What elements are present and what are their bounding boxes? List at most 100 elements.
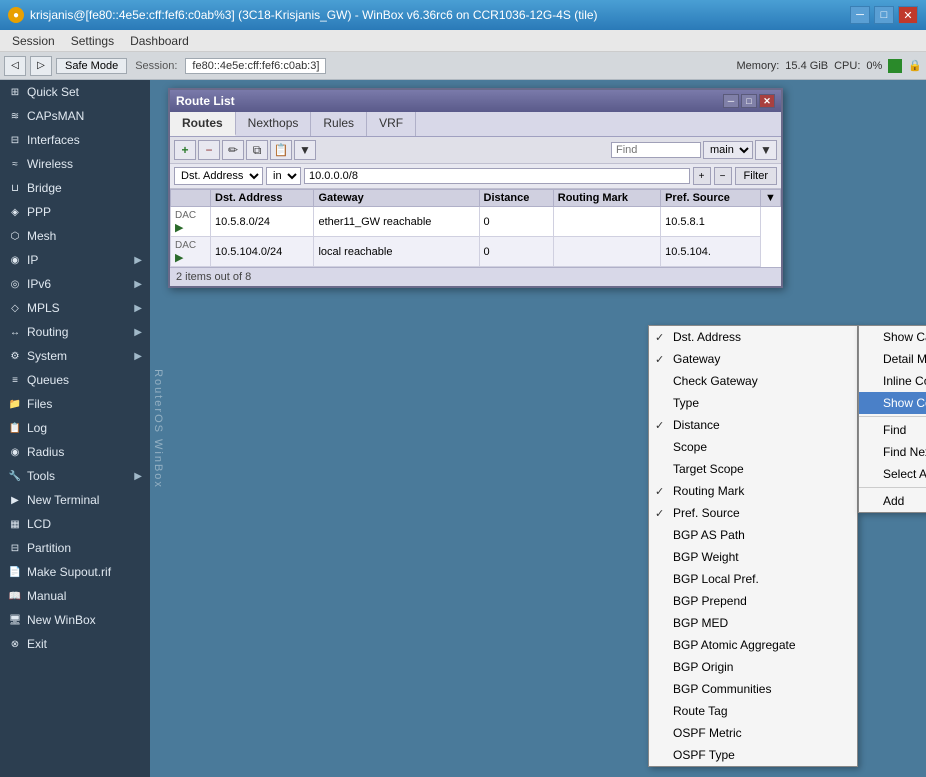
main-select[interactable]: main [703,141,753,159]
filter-apply-button[interactable]: Filter [735,167,777,185]
cm-bgp-local-pref[interactable]: BGP Local Pref. [649,568,857,590]
tab-rules[interactable]: Rules [311,112,367,136]
cm-inline-comments[interactable]: Inline Comments [859,370,926,392]
cm-bgp-weight[interactable]: BGP Weight [649,546,857,568]
col-gateway[interactable]: Gateway [314,190,479,207]
menu-settings[interactable]: Settings [63,32,122,50]
sidebar-label-files: Files [27,397,52,411]
cm-detail-mode[interactable]: Detail Mode [859,348,926,370]
safe-mode-button[interactable]: Safe Mode [56,58,127,74]
filter-remove-button[interactable]: − [714,167,732,185]
sidebar-item-new-terminal[interactable]: ▶ New Terminal [0,488,150,512]
context-menu-right: Show Categories Detail Mode Inline Comme… [858,325,926,513]
row-gateway: local reachable [314,237,479,267]
route-list-close[interactable]: ✕ [759,94,775,108]
cm-find-next[interactable]: Find Next Ctrl+G [859,441,926,463]
cm-add[interactable]: Add INS [859,490,926,512]
cm-show-columns[interactable]: Show Columns ▶ [859,392,926,414]
forward-button[interactable]: ▷ [30,56,52,76]
tab-vrf[interactable]: VRF [367,112,416,136]
remove-route-button[interactable]: − [198,140,220,160]
sidebar-item-ppp[interactable]: ◈ PPP [0,200,150,224]
cm-ospf-metric-label: OSPF Metric [673,726,742,740]
edit-route-button[interactable]: ✏ [222,140,244,160]
route-list-minimize[interactable]: ─ [723,94,739,108]
more-options-button[interactable]: ▼ [755,140,777,160]
sidebar-item-manual[interactable]: 📖 Manual [0,584,150,608]
cm-route-tag[interactable]: Route Tag [649,700,857,722]
table-row[interactable]: DAC ▶ 10.5.104.0/24 local reachable 0 10… [171,237,781,267]
col-extra[interactable]: ▼ [761,190,781,207]
sidebar-item-make-supout[interactable]: 📄 Make Supout.rif [0,560,150,584]
close-button[interactable]: ✕ [898,6,918,24]
back-button[interactable]: ◁ [4,56,26,76]
sidebar-item-files[interactable]: 📁 Files [0,392,150,416]
cm-select-all[interactable]: Select All Ctrl+A [859,463,926,485]
tab-nexthops[interactable]: Nexthops [236,112,312,136]
find-box: main ▼ [611,140,777,160]
sidebar-item-radius[interactable]: ◉ Radius [0,440,150,464]
sidebar-label-mesh: Mesh [27,229,56,243]
tab-routes[interactable]: Routes [170,112,236,136]
menu-dashboard[interactable]: Dashboard [122,32,197,50]
cm-bgp-as-path[interactable]: BGP AS Path [649,524,857,546]
cm-target-scope[interactable]: Target Scope [649,458,857,480]
cm-bgp-prepend[interactable]: BGP Prepend [649,590,857,612]
sidebar-item-exit[interactable]: ⊗ Exit [0,632,150,656]
cm-distance[interactable]: Distance [649,414,857,436]
route-list-maximize[interactable]: □ [741,94,757,108]
cm-gateway[interactable]: Gateway [649,348,857,370]
cm-scope[interactable]: Scope [649,436,857,458]
col-routing-mark[interactable]: Routing Mark [553,190,660,207]
col-flags[interactable] [171,190,211,207]
col-pref-source[interactable]: Pref. Source [661,190,761,207]
add-route-button[interactable]: + [174,140,196,160]
sidebar-item-interfaces[interactable]: ⊟ Interfaces [0,128,150,152]
sidebar-item-system[interactable]: ⚙ System ▶ [0,344,150,368]
filter-value-input[interactable] [304,168,690,184]
sidebar-item-capsman[interactable]: ≋ CAPsMAN [0,104,150,128]
tools-arrow: ▶ [134,471,142,482]
sidebar-item-mpls[interactable]: ◇ MPLS ▶ [0,296,150,320]
sidebar-item-ip[interactable]: ◉ IP ▶ [0,248,150,272]
sidebar-label-new-winbox: New WinBox [27,613,96,627]
sidebar-item-new-winbox[interactable]: 🖥 New WinBox [0,608,150,632]
sidebar-item-mesh[interactable]: ⬡ Mesh [0,224,150,248]
menu-session[interactable]: Session [4,32,63,50]
col-distance[interactable]: Distance [479,190,553,207]
sidebar-item-lcd[interactable]: ▦ LCD [0,512,150,536]
cm-bgp-med[interactable]: BGP MED [649,612,857,634]
cm-check-gateway[interactable]: Check Gateway [649,370,857,392]
sidebar-item-tools[interactable]: 🔧 Tools ▶ [0,464,150,488]
sidebar-item-routing[interactable]: ↔ Routing ▶ [0,320,150,344]
sidebar-item-bridge[interactable]: ⊔ Bridge [0,176,150,200]
filter-operator-select[interactable]: in [266,167,301,185]
filter-field-select[interactable]: Dst. Address [174,167,263,185]
filter-add-button[interactable]: + [693,167,711,185]
cm-show-categories[interactable]: Show Categories [859,326,926,348]
cm-ospf-type[interactable]: OSPF Type [649,744,857,766]
cm-type[interactable]: Type [649,392,857,414]
filter-route-button[interactable]: ▼ [294,140,316,160]
cm-bgp-communities[interactable]: BGP Communities [649,678,857,700]
table-row[interactable]: DAC ▶ 10.5.8.0/24 ether11_GW reachable 0… [171,207,781,237]
maximize-button[interactable]: □ [874,6,894,24]
cm-find[interactable]: Find Ctrl+F [859,419,926,441]
sidebar-item-quick-set[interactable]: ⊞ Quick Set [0,80,150,104]
sidebar-item-wireless[interactable]: ≈ Wireless [0,152,150,176]
cm-bgp-atomic-aggregate[interactable]: BGP Atomic Aggregate [649,634,857,656]
sidebar-item-queues[interactable]: ≡ Queues [0,368,150,392]
copy-route-button[interactable]: ⧉ [246,140,268,160]
cm-dst-address[interactable]: Dst. Address [649,326,857,348]
cm-pref-source[interactable]: Pref. Source [649,502,857,524]
cm-ospf-metric[interactable]: OSPF Metric [649,722,857,744]
paste-route-button[interactable]: 📋 [270,140,292,160]
cm-bgp-origin[interactable]: BGP Origin [649,656,857,678]
col-dst-address[interactable]: Dst. Address [211,190,314,207]
sidebar-item-partition[interactable]: ⊟ Partition [0,536,150,560]
sidebar-item-log[interactable]: 📋 Log [0,416,150,440]
find-input[interactable] [611,142,701,158]
cm-routing-mark[interactable]: Routing Mark [649,480,857,502]
sidebar-item-ipv6[interactable]: ◎ IPv6 ▶ [0,272,150,296]
minimize-button[interactable]: ─ [850,6,870,24]
